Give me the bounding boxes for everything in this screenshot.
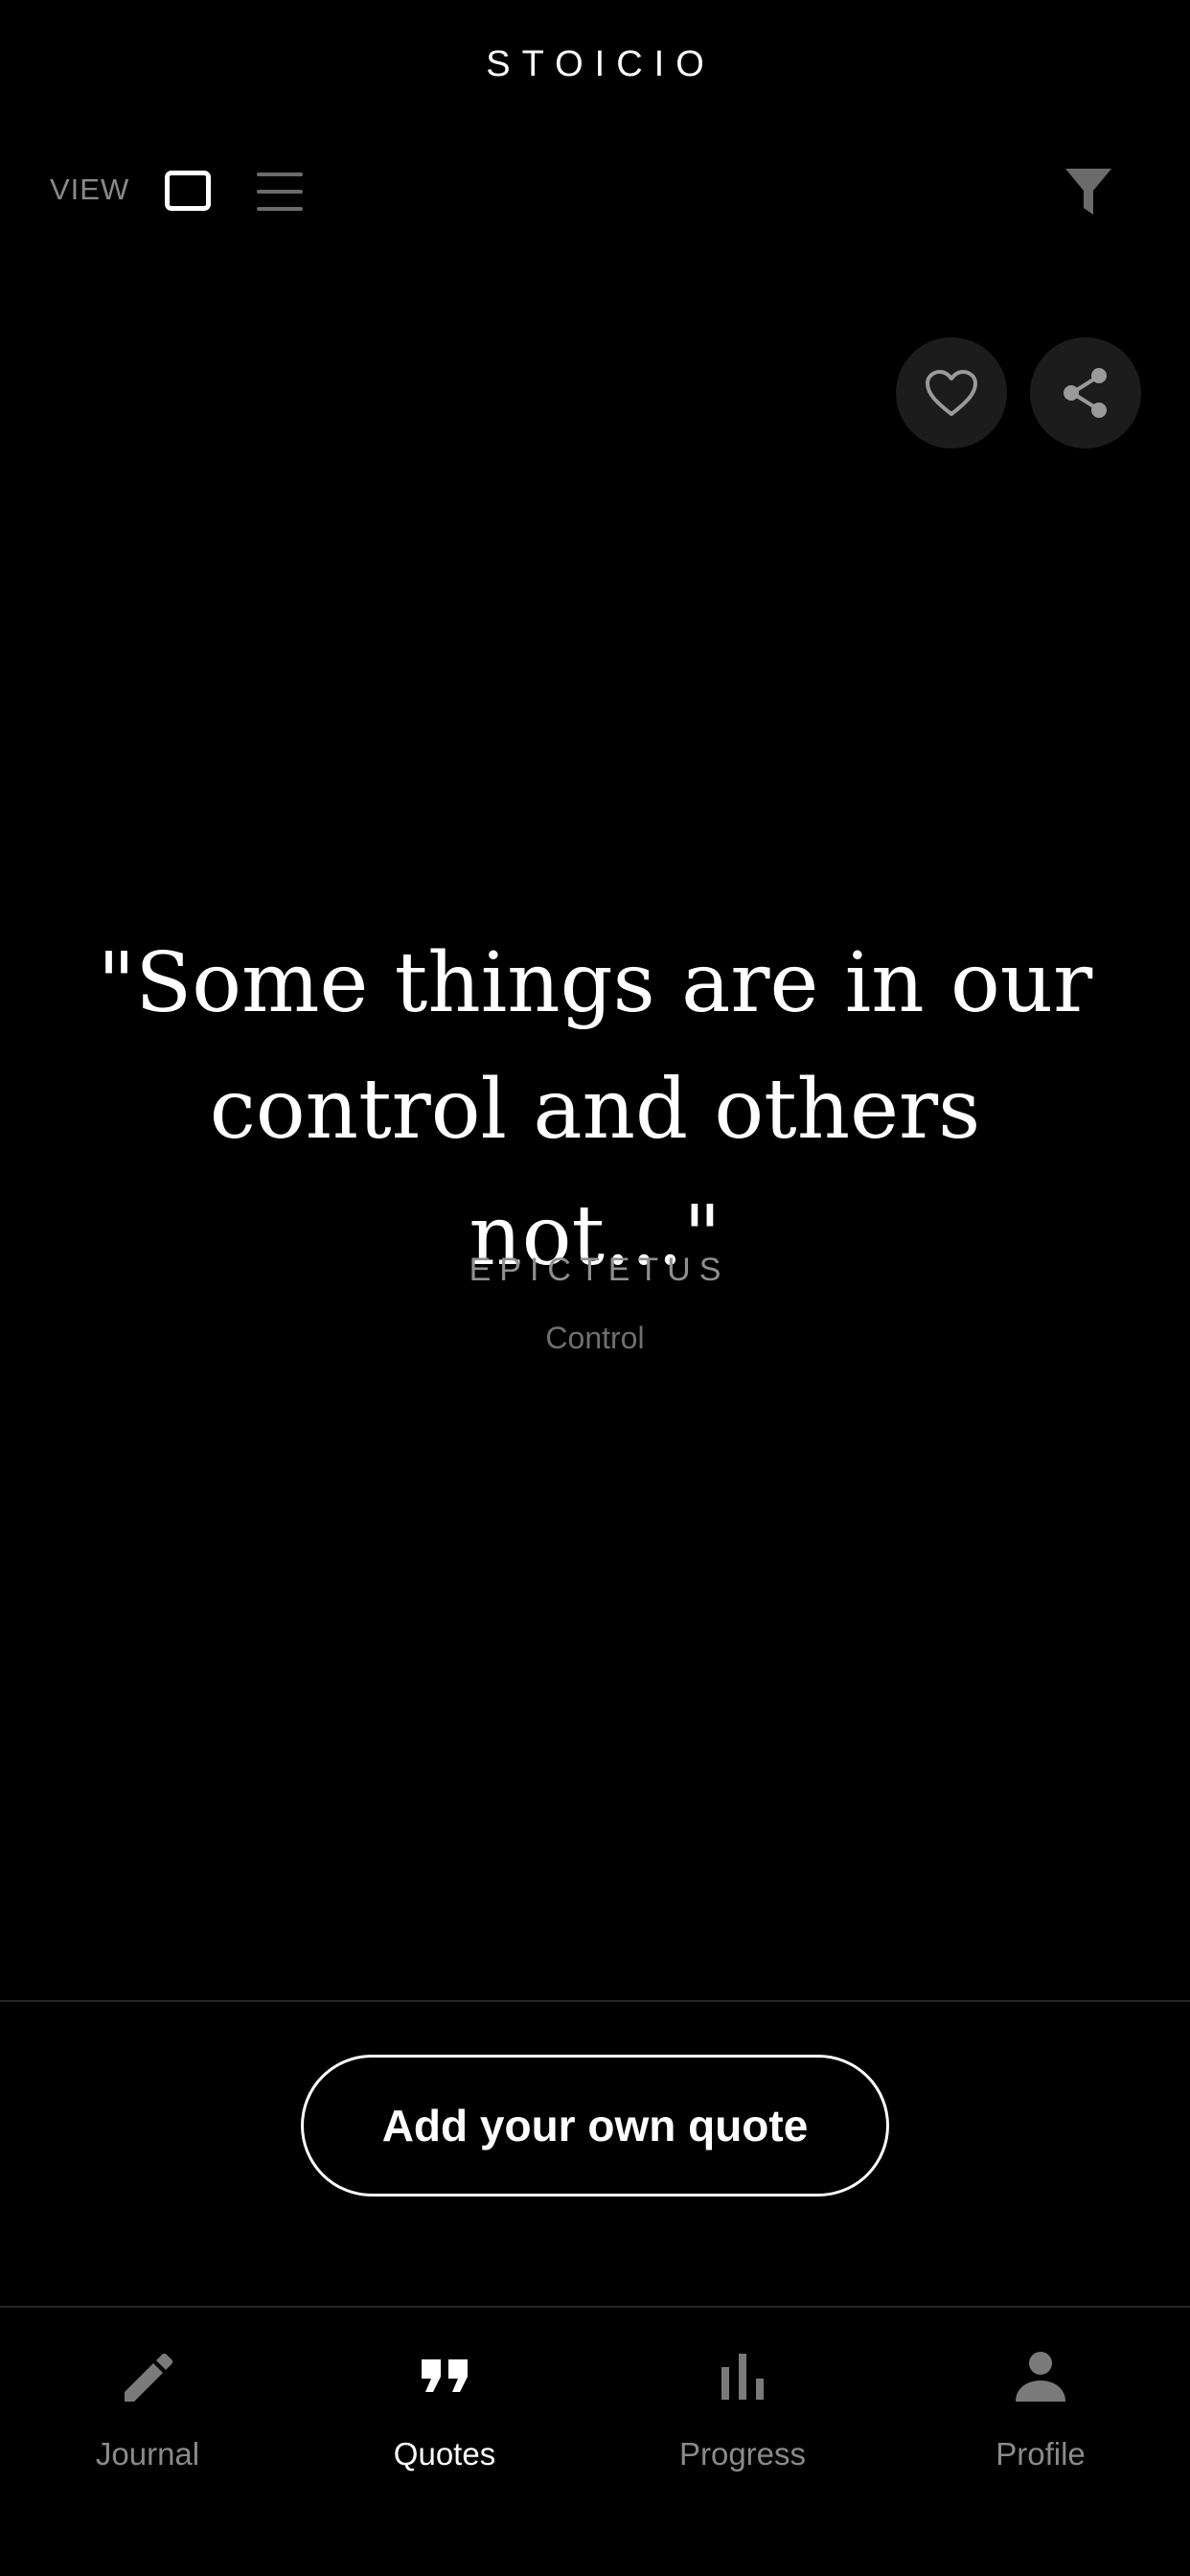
list-icon-line bbox=[257, 172, 303, 176]
tab-quotes[interactable]: Quotes bbox=[330, 2338, 560, 2482]
tab-journal[interactable]: Journal bbox=[33, 2338, 263, 2482]
tab-label: Quotes bbox=[393, 2436, 496, 2472]
view-list-mode-button[interactable] bbox=[257, 172, 303, 211]
bar-chart-icon bbox=[721, 2354, 764, 2400]
app-title: STOICIO bbox=[486, 44, 716, 84]
quote-category: Control bbox=[545, 1321, 645, 1355]
tab-bar: Journal Quotes Progress Profile bbox=[0, 2312, 1190, 2576]
share-button[interactable] bbox=[1030, 337, 1141, 448]
filter-funnel-icon bbox=[1065, 169, 1111, 215]
tab-label: Journal bbox=[95, 2436, 200, 2472]
tab-bar-divider bbox=[0, 2306, 1190, 2308]
tab-label: Profile bbox=[995, 2436, 1086, 2472]
list-icon-line bbox=[257, 207, 303, 211]
pencil-icon bbox=[125, 2353, 173, 2402]
tab-label: Progress bbox=[678, 2436, 807, 2472]
view-label: VIEW bbox=[50, 172, 130, 206]
favorite-button[interactable] bbox=[896, 337, 1007, 448]
tab-profile[interactable]: Profile bbox=[926, 2338, 1156, 2482]
heart-outline-icon bbox=[926, 370, 977, 416]
add-own-quote-button[interactable]: Add your own quote bbox=[301, 2055, 889, 2196]
view-card-mode-button[interactable] bbox=[165, 171, 211, 211]
share-icon bbox=[1064, 368, 1107, 418]
tab-progress[interactable]: Progress bbox=[628, 2338, 858, 2482]
quote-text: "Some things are in our control and othe… bbox=[97, 935, 1093, 1284]
list-icon-line bbox=[257, 190, 303, 194]
filter-button[interactable] bbox=[1064, 165, 1113, 218]
quote-author: EPICTETUS bbox=[469, 1252, 730, 1288]
person-icon bbox=[1016, 2352, 1065, 2402]
divider bbox=[0, 2000, 1190, 2002]
quote-marks-icon bbox=[422, 2359, 468, 2392]
